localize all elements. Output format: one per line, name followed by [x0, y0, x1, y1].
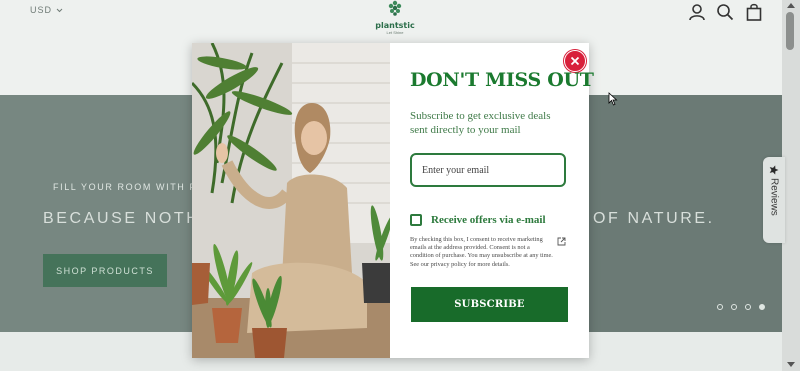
hero-title-right: OF NATURE. [593, 210, 715, 227]
external-link-icon[interactable] [557, 237, 566, 246]
reviews-tab[interactable]: Reviews [763, 157, 785, 243]
currency-selector[interactable]: USD [30, 5, 63, 15]
hero-title-left: BECAUSE NOTHI [43, 210, 208, 227]
scrollbar-thumb[interactable] [786, 12, 794, 50]
woman-with-plants-image [192, 43, 390, 358]
slider-dots [717, 304, 765, 310]
offers-checkbox-row[interactable]: Receive offers via e-mail [410, 214, 546, 226]
slider-dot-1[interactable] [717, 304, 723, 310]
slider-dot-2[interactable] [731, 304, 737, 310]
popup-subtitle: Subscribe to get exclusive deals sent di… [410, 110, 551, 136]
account-icon[interactable] [688, 3, 706, 21]
offers-checkbox-label[interactable]: Receive offers via e-mail [431, 214, 546, 226]
star-icon [769, 165, 779, 175]
subscribe-button[interactable]: SUBSCRIBE [411, 287, 568, 322]
scroll-down-arrow-icon[interactable] [787, 362, 795, 367]
cart-icon[interactable] [745, 3, 763, 21]
search-icon[interactable] [716, 3, 734, 21]
reviews-label: Reviews [768, 178, 780, 216]
site-logo[interactable]: plantstic Let Shine [372, 0, 418, 35]
hero-tagline: FILL YOUR ROOM WITH PLA [53, 182, 212, 192]
consent-text: By checking this box, I consent to recei… [410, 236, 553, 268]
logo-tagline: Let Shine [386, 30, 404, 35]
mouse-cursor-icon [608, 92, 618, 106]
leaf-logo-icon [388, 0, 402, 16]
logo-name: plantstic [375, 21, 415, 30]
scroll-up-arrow-icon[interactable] [787, 3, 795, 8]
shop-products-button[interactable]: SHOP PRODUCTS [43, 254, 167, 287]
offers-checkbox[interactable] [410, 214, 422, 226]
popup-title: DON'T MISS OUT [410, 69, 594, 91]
email-field[interactable] [410, 153, 566, 187]
close-icon [570, 56, 580, 66]
popup-image [192, 43, 390, 358]
currency-label: USD [30, 5, 53, 15]
slider-dot-3[interactable] [745, 304, 751, 310]
chevron-down-icon [56, 8, 63, 12]
slider-dot-4[interactable] [759, 304, 765, 310]
